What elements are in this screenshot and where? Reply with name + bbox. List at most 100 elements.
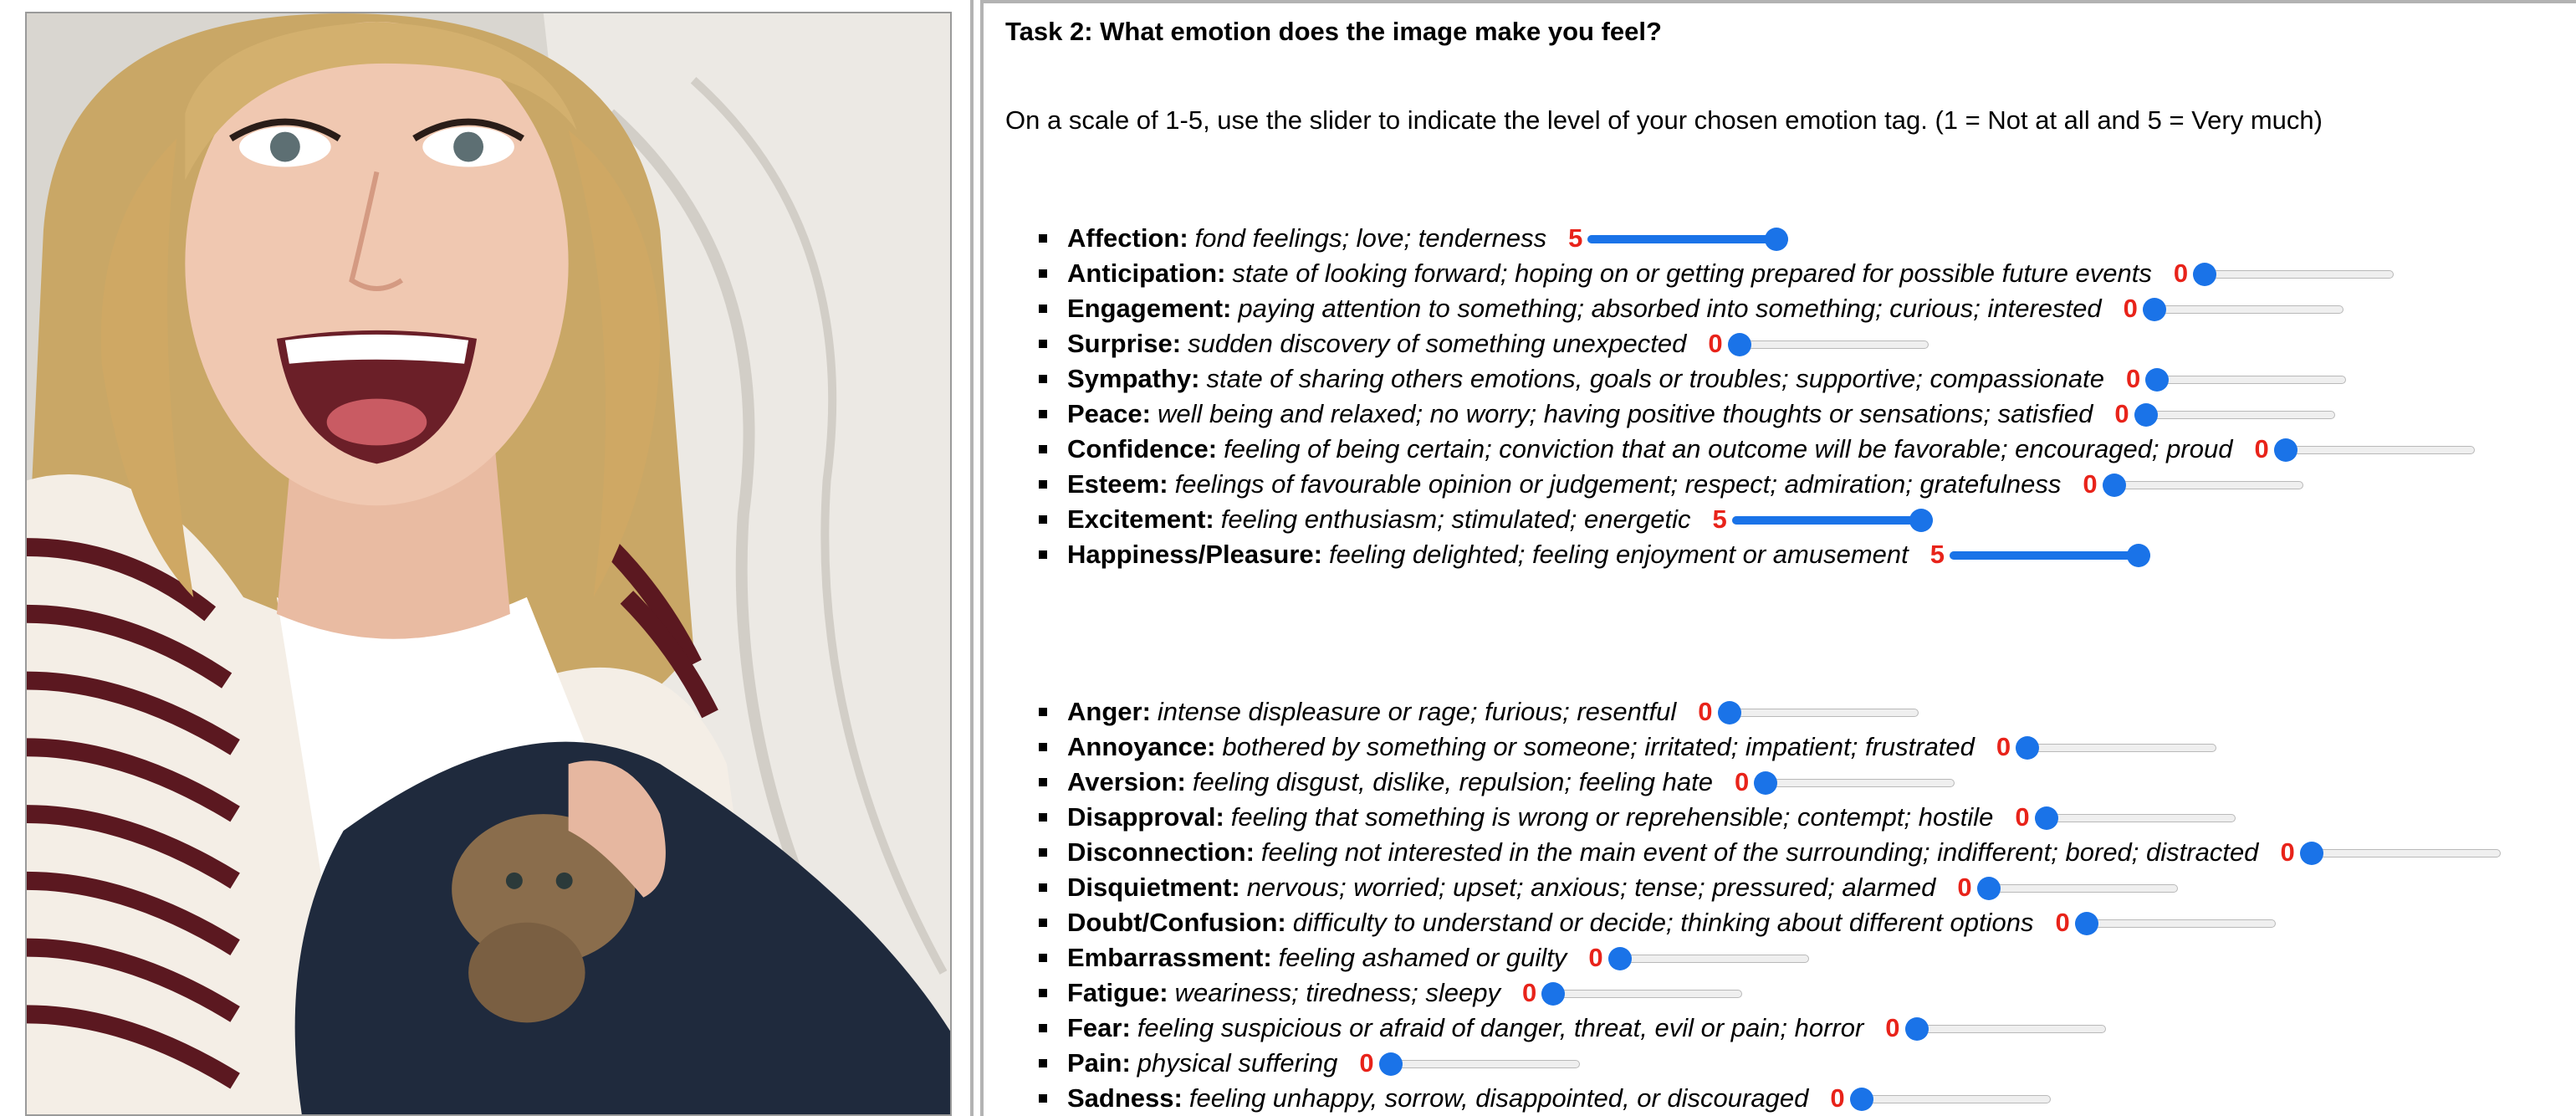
- emotion-value: 0: [2126, 364, 2141, 393]
- slider-thumb[interactable]: [2273, 438, 2297, 462]
- emotion-value: 0: [2280, 837, 2295, 867]
- emotion-description: well being and relaxed; no worry; having…: [1157, 399, 2093, 428]
- emotion-row-disapproval: Disapproval: feeling that something is wr…: [1039, 800, 2501, 835]
- emotion-description: feelings of favourable opinion or judgem…: [1174, 469, 2062, 499]
- slider-track[interactable]: [1976, 884, 2178, 893]
- slider-thumb[interactable]: [2134, 403, 2158, 427]
- emotion-value: 0: [2015, 802, 2030, 832]
- stimulus-photo: [25, 12, 952, 1116]
- emotion-value: 0: [1957, 873, 1972, 902]
- emotion-slider-excitement[interactable]: [1731, 507, 1933, 532]
- slider-thumb[interactable]: [1541, 982, 1566, 1006]
- emotion-row-excitement: Excitement: feeling enthusiasm; stimulate…: [1039, 502, 2475, 537]
- emotion-slider-embarrassment[interactable]: [1607, 945, 1809, 970]
- emotion-value: 5: [1929, 540, 1945, 569]
- emotion-row-confidence: Confidence: feeling of being certain; con…: [1039, 432, 2475, 467]
- slider-thumb[interactable]: [2016, 736, 2040, 760]
- emotion-name: Sadness:: [1067, 1083, 1183, 1113]
- emotion-slider-aversion[interactable]: [1754, 770, 1955, 795]
- emotion-slider-annoyance[interactable]: [2016, 735, 2217, 760]
- emotion-slider-doubt-confusion[interactable]: [2074, 910, 2276, 935]
- slider-track[interactable]: [1607, 955, 1809, 963]
- slider-thumb[interactable]: [1976, 877, 2001, 900]
- emotion-row-anger: Anger: intense displeasure or rage; furio…: [1039, 694, 2501, 729]
- slider-thumb[interactable]: [2299, 842, 2323, 865]
- emotion-slider-peace[interactable]: [2134, 402, 2335, 427]
- emotion-slider-esteem[interactable]: [2102, 472, 2303, 497]
- emotion-value: 5: [1712, 504, 1727, 534]
- emotion-slider-sadness[interactable]: [1849, 1086, 2051, 1111]
- list-bullet: [1039, 480, 1047, 489]
- list-bullet: [1039, 778, 1047, 786]
- emotion-slider-anger[interactable]: [1717, 699, 1919, 724]
- emotion-slider-fear[interactable]: [1904, 1016, 2106, 1041]
- slider-thumb[interactable]: [1717, 701, 1741, 724]
- emotion-description: feeling enthusiasm; stimulated; energeti…: [1220, 504, 1691, 534]
- emotion-name: Aversion:: [1067, 767, 1186, 796]
- emotion-description: feeling ashamed or guilty: [1278, 943, 1567, 972]
- list-bullet: [1039, 340, 1047, 348]
- slider-track[interactable]: [2273, 446, 2475, 454]
- slider-thumb[interactable]: [1727, 333, 1751, 356]
- emotion-slider-confidence[interactable]: [2273, 437, 2475, 462]
- emotion-slider-disapproval[interactable]: [2034, 805, 2236, 830]
- emotion-slider-sympathy[interactable]: [2145, 366, 2347, 392]
- emotion-slider-happiness-pleasure[interactable]: [1949, 542, 2150, 567]
- slider-track[interactable]: [1378, 1060, 1580, 1068]
- slider-track[interactable]: [2034, 814, 2236, 822]
- slider-track[interactable]: [2142, 305, 2343, 314]
- slider-thumb[interactable]: [1607, 947, 1632, 970]
- emotion-value: 0: [1588, 943, 1603, 972]
- emotion-slider-surprise[interactable]: [1727, 331, 1929, 356]
- slider-thumb[interactable]: [1765, 228, 1789, 251]
- image-panel: [0, 0, 974, 1116]
- emotion-slider-anticipation[interactable]: [2193, 261, 2395, 286]
- slider-track[interactable]: [2134, 411, 2335, 419]
- slider-thumb[interactable]: [1754, 771, 1778, 795]
- emotion-slider-affection[interactable]: [1587, 226, 1789, 251]
- emotion-name: Esteem:: [1067, 469, 1168, 499]
- slider-thumb[interactable]: [1909, 509, 1933, 532]
- emotion-slider-fatigue[interactable]: [1541, 980, 1743, 1006]
- slider-track[interactable]: [1541, 990, 1743, 998]
- slider-thumb[interactable]: [2145, 368, 2170, 392]
- slider-thumb[interactable]: [1378, 1052, 1403, 1076]
- slider-thumb[interactable]: [2126, 544, 2150, 567]
- emotion-value: 0: [2083, 469, 2098, 499]
- emotion-value: 0: [1708, 329, 1723, 358]
- emotion-row-surprise: Surprise: sudden discovery of something u…: [1039, 326, 2475, 361]
- emotion-name: Engagement:: [1067, 294, 1232, 323]
- list-bullet: [1039, 375, 1047, 383]
- slider-track[interactable]: [2299, 849, 2501, 857]
- emotion-row-anticipation: Anticipation: state of looking forward; h…: [1039, 256, 2475, 291]
- slider-fill: [1731, 516, 1933, 525]
- emotion-slider-disquietment[interactable]: [1976, 875, 2178, 900]
- slider-track[interactable]: [1727, 340, 1929, 349]
- slider-thumb[interactable]: [2102, 474, 2126, 497]
- emotion-description: feeling delighted; feeling enjoyment or …: [1328, 540, 1909, 569]
- slider-thumb[interactable]: [2142, 298, 2166, 321]
- emotion-slider-disconnection[interactable]: [2299, 840, 2501, 865]
- emotion-slider-pain[interactable]: [1378, 1051, 1580, 1076]
- slider-thumb[interactable]: [2193, 263, 2217, 286]
- slider-thumb[interactable]: [1904, 1017, 1929, 1041]
- slider-track[interactable]: [2145, 376, 2347, 384]
- slider-track[interactable]: [2102, 481, 2303, 489]
- slider-track[interactable]: [2074, 919, 2276, 928]
- slider-track[interactable]: [2193, 270, 2395, 279]
- emotion-row-peace: Peace: well being and relaxed; no worry; …: [1039, 397, 2475, 432]
- slider-thumb[interactable]: [2074, 912, 2098, 935]
- slider-track[interactable]: [1754, 779, 1955, 787]
- slider-track[interactable]: [2016, 744, 2217, 752]
- slider-thumb[interactable]: [2034, 806, 2058, 830]
- list-bullet: [1039, 848, 1047, 857]
- emotion-slider-engagement[interactable]: [2142, 296, 2343, 321]
- emotion-value: 0: [1830, 1083, 1845, 1113]
- slider-track[interactable]: [1849, 1095, 2051, 1103]
- emotion-value: 0: [1734, 767, 1750, 796]
- slider-thumb[interactable]: [1849, 1088, 1873, 1111]
- emotion-description: feeling not interested in the main event…: [1260, 837, 2259, 867]
- slider-track[interactable]: [1717, 709, 1919, 717]
- slider-track[interactable]: [1904, 1025, 2106, 1033]
- emotion-value: 5: [1568, 223, 1583, 253]
